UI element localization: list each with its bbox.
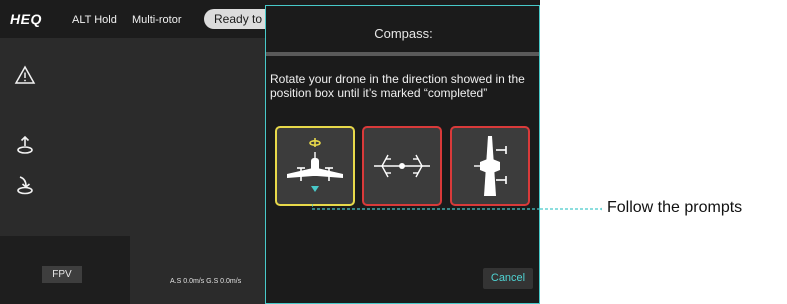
drone-vertical-icon <box>474 136 507 196</box>
drone-nose-down-icon <box>374 154 430 178</box>
land-icon <box>17 176 33 195</box>
position-box-nose-down[interactable] <box>362 126 442 206</box>
instruction-line-2: position box until it’s marked “complete… <box>270 86 488 100</box>
drone-level-icon <box>287 138 343 192</box>
instruction-line-1: Rotate your drone in the direction showe… <box>270 72 525 86</box>
speed-readout: A.S 0.0m/s G.S 0.0m/s <box>170 278 242 285</box>
brand-logo: HEQ <box>10 11 42 27</box>
cancel-button[interactable]: Cancel <box>483 268 533 289</box>
flight-mode-label[interactable]: ALT Hold <box>72 14 117 26</box>
dialog-title: Compass: <box>374 26 433 41</box>
callout-connector <box>540 207 602 211</box>
compass-calibration-dialog: Compass: Rotate your drone in the direct… <box>265 5 540 304</box>
frame-type-label[interactable]: Multi-rotor <box>132 14 182 26</box>
position-box-vertical[interactable] <box>450 126 530 206</box>
callout-label: Follow the prompts <box>607 199 743 216</box>
app-screen: HEQ ALT Hold Multi-rotor Ready to ta FPV… <box>0 0 540 304</box>
warning-button[interactable] <box>14 64 36 86</box>
takeoff-button[interactable] <box>14 134 36 156</box>
fpv-button[interactable]: FPV <box>42 266 82 283</box>
callout-connector-inner <box>312 204 540 210</box>
warning-icon <box>14 65 36 84</box>
dialog-instructions: Rotate your drone in the direction showe… <box>270 72 540 100</box>
takeoff-icon <box>17 135 33 154</box>
dialog-divider <box>266 52 539 56</box>
land-button[interactable] <box>14 174 36 196</box>
position-box-level[interactable] <box>275 126 355 206</box>
